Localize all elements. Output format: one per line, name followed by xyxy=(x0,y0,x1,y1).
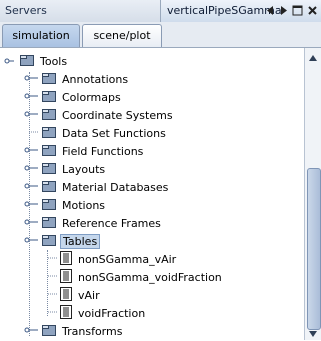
maximize-icon[interactable] xyxy=(292,5,303,16)
panel-header: Servers verticalPipeSGamma xyxy=(0,0,321,23)
folder-icon xyxy=(42,72,56,87)
tree-label: Field Functions xyxy=(62,144,144,158)
scroll-up-icon[interactable] xyxy=(308,52,318,65)
close-icon[interactable] xyxy=(307,5,318,16)
arrow-right-icon[interactable] xyxy=(279,5,288,16)
tree-label: Reference Frames xyxy=(62,216,161,230)
tree-label: Colormaps xyxy=(62,90,121,104)
expand-icon[interactable] xyxy=(4,56,14,69)
tree-label-selected: Tables xyxy=(60,233,101,249)
expand-icon[interactable] xyxy=(24,145,38,158)
table-icon xyxy=(60,250,72,268)
tools-tree: Tools Annotations Colormaps Coordinate S… xyxy=(0,48,304,340)
expand-icon[interactable] xyxy=(24,91,38,104)
folder-icon xyxy=(42,162,56,177)
view-tabs: simulation scene/plot xyxy=(0,22,321,48)
tree-label: vAir xyxy=(78,288,100,302)
expand-icon[interactable] xyxy=(24,181,38,194)
tree-item-colormaps[interactable]: Colormaps xyxy=(24,88,121,106)
folder-icon xyxy=(42,90,56,105)
scroll-down-icon[interactable] xyxy=(308,328,318,341)
tree-item-reference-frames[interactable]: Reference Frames xyxy=(24,214,161,232)
leaf-connector xyxy=(48,307,58,320)
folder-icon xyxy=(42,144,56,159)
leaf-connector xyxy=(48,289,58,302)
tab-simulation[interactable]: simulation xyxy=(2,24,80,47)
collapse-icon[interactable] xyxy=(24,235,38,248)
leaf-connector xyxy=(48,271,58,284)
table-node[interactable]: nonSGamma_voidFraction xyxy=(48,268,222,286)
expand-icon[interactable] xyxy=(24,199,38,212)
expand-icon[interactable] xyxy=(24,109,38,122)
tree-label: Transforms xyxy=(62,324,123,338)
leaf-connector xyxy=(24,127,38,140)
tree-item-tables[interactable]: Tables xyxy=(24,232,101,250)
tree-item-layouts[interactable]: Layouts xyxy=(24,160,105,178)
tab-scene-plot[interactable]: scene/plot xyxy=(82,24,162,47)
tree-item-field-functions[interactable]: Field Functions xyxy=(24,142,143,160)
tree-label: Layouts xyxy=(62,162,106,176)
folder-icon xyxy=(42,234,56,249)
tree-label: voidFraction xyxy=(78,306,146,320)
table-icon xyxy=(60,304,72,322)
tree-label: Annotations xyxy=(62,72,129,86)
expand-icon[interactable] xyxy=(24,217,38,230)
window-title: verticalPipeSGamma xyxy=(167,4,282,17)
table-node[interactable]: vAir xyxy=(48,286,100,304)
folder-icon xyxy=(42,198,56,213)
tree-label: nonSGamma_vAir xyxy=(78,252,177,266)
tree-label-tools: Tools xyxy=(40,54,68,68)
tree-label: Coordinate Systems xyxy=(62,108,173,122)
tree-item-annotations[interactable]: Annotations xyxy=(24,70,128,88)
servers-label[interactable]: Servers xyxy=(5,4,47,17)
arrow-left-icon[interactable] xyxy=(266,5,275,16)
tree-item-data-set-functions[interactable]: Data Set Functions xyxy=(24,124,166,142)
window-tab[interactable]: verticalPipeSGamma xyxy=(160,0,321,22)
table-node[interactable]: voidFraction xyxy=(48,304,145,322)
folder-icon xyxy=(42,180,56,195)
tree-root[interactable]: Tools xyxy=(4,52,67,70)
expand-icon[interactable] xyxy=(24,325,38,338)
folder-icon xyxy=(42,126,56,141)
tree-item-coordinate-systems[interactable]: Coordinate Systems xyxy=(24,106,173,124)
folder-icon xyxy=(42,324,56,339)
vertical-scrollbar[interactable] xyxy=(304,48,321,340)
folder-icon xyxy=(42,108,56,123)
scroll-thumb[interactable] xyxy=(307,168,321,330)
tree-item-motions[interactable]: Motions xyxy=(24,196,105,214)
tree-label: nonSGamma_voidFraction xyxy=(78,270,222,284)
tree-item-material-databases[interactable]: Material Databases xyxy=(24,178,168,196)
table-icon xyxy=(60,286,72,304)
expand-icon[interactable] xyxy=(24,73,38,86)
tree-label: Material Databases xyxy=(62,180,169,194)
tree-label: Data Set Functions xyxy=(62,126,166,140)
tree-item-transforms[interactable]: Transforms xyxy=(24,322,122,340)
table-node[interactable]: nonSGamma_vAir xyxy=(48,250,176,268)
leaf-connector xyxy=(48,253,58,266)
tree-label: Motions xyxy=(62,198,106,212)
folder-icon xyxy=(42,216,56,231)
expand-icon[interactable] xyxy=(24,163,38,176)
table-icon xyxy=(60,268,72,286)
folder-icon xyxy=(20,54,34,69)
